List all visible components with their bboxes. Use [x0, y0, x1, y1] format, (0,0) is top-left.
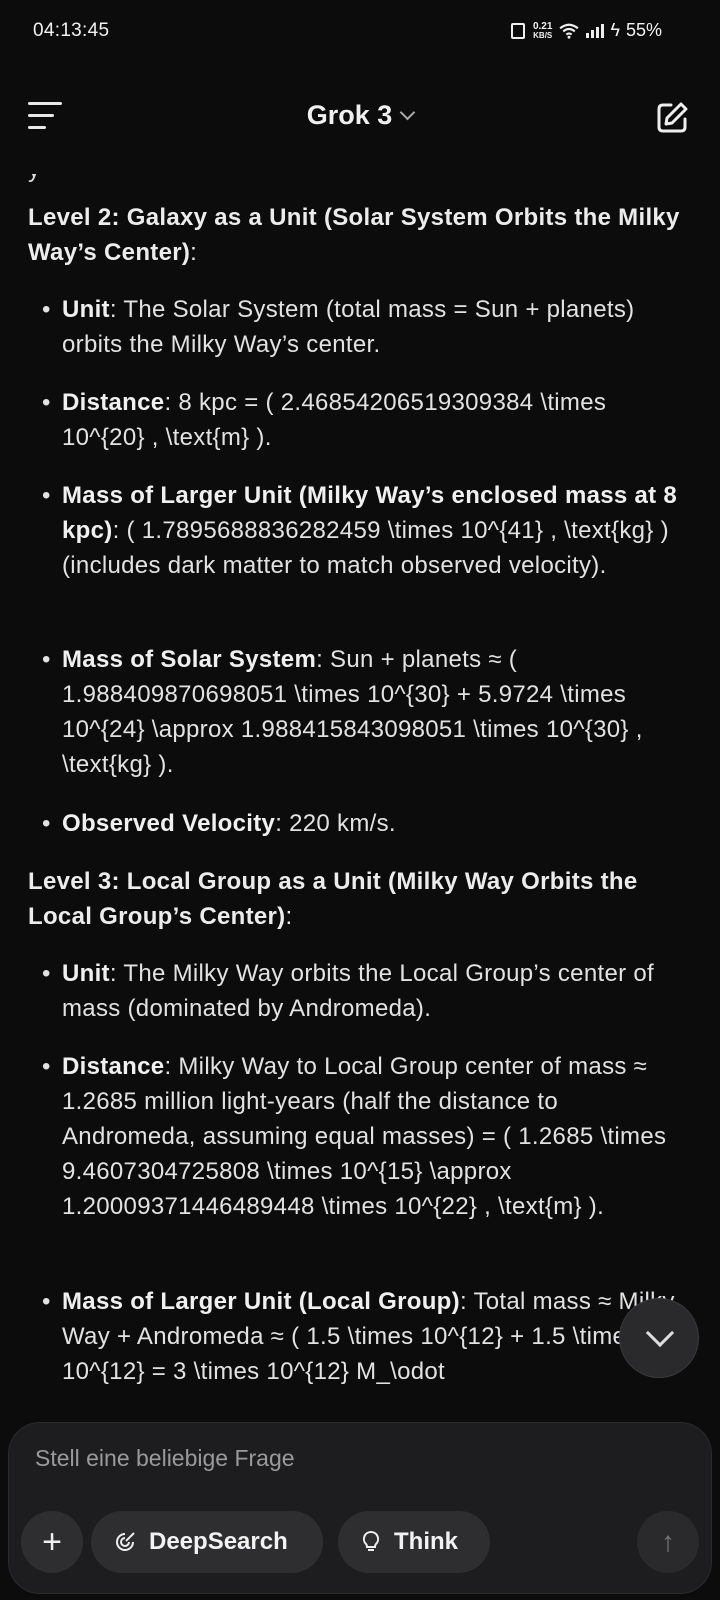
lightbulb-icon	[362, 1530, 380, 1551]
item-text: : ( 1.7895688836282459 \times 10^{41} , …	[62, 517, 669, 579]
plus-icon: +	[42, 1522, 62, 1561]
send-button[interactable]: ↑	[637, 1511, 699, 1573]
list-item: Distance: Milky Way to Local Group cente…	[42, 1049, 682, 1224]
heading-colon: :	[190, 239, 198, 266]
status-bar: 04:13:45 0.21 KB/S ϟ 55%	[0, 0, 720, 64]
item-label: Mass of Solar System	[62, 646, 317, 673]
new-chat-icon[interactable]	[654, 100, 690, 136]
deepsearch-label: DeepSearch	[149, 1528, 288, 1555]
item-label: Mass of Larger Unit (Local Group)	[62, 1288, 460, 1315]
item-label: Unit	[62, 960, 110, 987]
chevron-down-icon	[645, 1318, 675, 1348]
list-item: Mass of Larger Unit (Milky Way’s enclose…	[42, 478, 682, 583]
message-input[interactable]: Stell eine beliebige Frage	[35, 1445, 295, 1472]
app-header: Grok 3	[0, 64, 720, 174]
item-label: Distance	[62, 1053, 165, 1080]
list-item: Unit: The Solar System (total mass = Sun…	[42, 292, 682, 362]
list-item: Observed Velocity: 220 km/s.	[42, 806, 682, 841]
level3-heading-text: Level 3: Local Group as a Unit (Milky Wa…	[28, 868, 638, 930]
attach-button[interactable]: +	[21, 1511, 83, 1573]
item-label: Distance	[62, 389, 165, 416]
list-item: Unit: The Milky Way orbits the Local Gro…	[42, 956, 682, 1026]
item-text: : 220 km/s.	[275, 810, 396, 837]
deepsearch-button[interactable]: DeepSearch	[91, 1511, 323, 1573]
battery-percent: 55%	[625, 20, 662, 40]
list-item: Mass of Larger Unit (Local Group): Total…	[42, 1284, 682, 1389]
item-label: Unit	[62, 296, 110, 323]
level2-heading: Level 2: Galaxy as a Unit (Solar System …	[28, 200, 698, 270]
think-button[interactable]: Think	[338, 1511, 490, 1573]
item-text: : The Solar System (total mass = Sun + p…	[62, 296, 635, 358]
net-speed-unit: KB/S	[533, 30, 553, 40]
status-icons: 0.21 KB/S ϟ 55%	[510, 20, 662, 41]
vibrate-icon	[510, 22, 525, 39]
network-speed: 0.21 KB/S	[533, 21, 553, 40]
page-title: Grok 3	[306, 100, 393, 130]
list-item: Mass of Solar System: Sun + planets ≈ ( …	[42, 642, 682, 782]
item-text: : The Milky Way orbits the Local Group’s…	[62, 960, 654, 1022]
signal-icon	[586, 23, 605, 38]
arrow-up-icon: ↑	[661, 1526, 675, 1557]
message-composer: Stell eine beliebige Frage + DeepSearch …	[8, 1422, 712, 1594]
status-time: 04:13:45	[33, 20, 110, 41]
heading-colon: :	[285, 903, 293, 930]
wifi-icon	[559, 23, 579, 39]
charging-icon: ϟ	[610, 20, 620, 40]
model-selector[interactable]: Grok 3	[0, 100, 720, 131]
level3-heading: Level 3: Local Group as a Unit (Milky Wa…	[28, 864, 698, 934]
chevron-down-icon	[399, 104, 416, 121]
item-label: Observed Velocity	[62, 810, 276, 837]
chat-content: y Level 2: Galaxy as a Unit (Solar Syste…	[0, 174, 720, 1408]
list-item: Distance: 8 kpc = ( 2.46854206519309384 …	[42, 385, 682, 455]
level2-heading-text: Level 2: Galaxy as a Unit (Solar System …	[28, 204, 680, 266]
think-label: Think	[394, 1528, 458, 1555]
deepsearch-icon	[116, 1532, 135, 1551]
partial-text: y	[28, 174, 40, 184]
scroll-down-button[interactable]	[619, 1298, 699, 1378]
